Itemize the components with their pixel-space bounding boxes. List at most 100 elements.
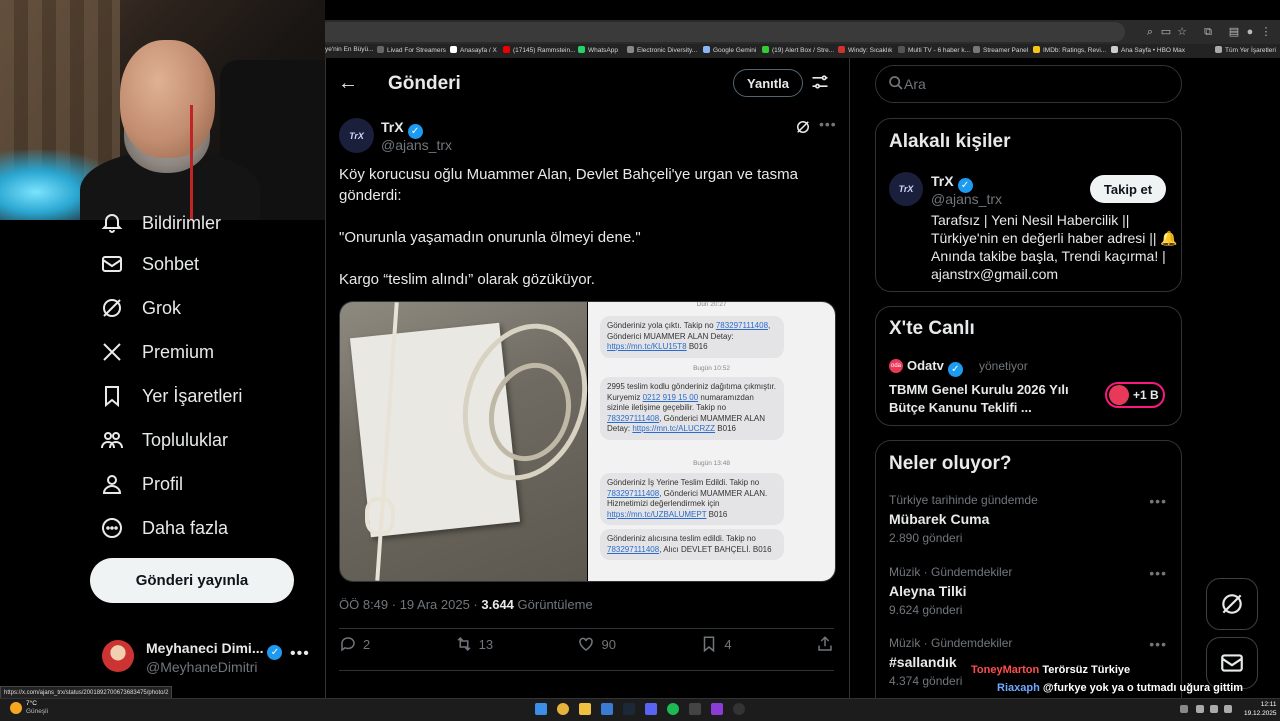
related-avatar[interactable]: TrX <box>889 172 923 206</box>
clock[interactable]: 12:11 19.12.2025 <box>1244 700 1277 718</box>
app-icon[interactable] <box>689 703 701 715</box>
retweet-action[interactable]: 13 <box>455 635 493 653</box>
bookmark-item[interactable]: Tüm Yer İşaretleri <box>1215 46 1276 54</box>
sidebar-item-grok[interactable]: Grok <box>100 296 181 320</box>
related-handle[interactable]: @ajans_trx <box>931 191 1002 207</box>
sms-bubble: Gönderiniz İş Yerine Teslim Edildi. Taki… <box>600 473 784 525</box>
bookmark-item[interactable]: WhatsApp <box>578 46 618 54</box>
panel-title: Alakalı kişiler <box>889 131 1011 152</box>
bookmark-item[interactable]: (17145) Rammstein... <box>503 46 576 54</box>
discord-icon[interactable] <box>645 703 657 715</box>
sidebar-item-profile[interactable]: Profil <box>100 472 183 496</box>
reply-action[interactable]: 2 <box>339 635 370 653</box>
tweet-text-line: Köy korucusu oğlu Muammer Alan, Devlet B… <box>339 166 798 183</box>
bookmark-item[interactable]: IMDb: Ratings, Revi... <box>1033 46 1106 54</box>
more-icon[interactable]: ••• <box>1149 493 1167 509</box>
address-bar[interactable] <box>325 22 1125 42</box>
chrome-icon[interactable] <box>557 703 569 715</box>
app-icon[interactable] <box>601 703 613 715</box>
sidebar-item-more[interactable]: Daha fazla <box>100 516 228 540</box>
communities-icon <box>101 432 123 449</box>
bookmark-item[interactable]: Google Gemini <box>703 46 756 54</box>
mail-icon <box>102 256 122 272</box>
share-action[interactable] <box>816 635 834 653</box>
more-icon[interactable]: ••• <box>819 116 837 132</box>
search-input[interactable]: Ara <box>904 76 926 92</box>
photo-sms-screenshot[interactable]: Dün 20:27 Gönderiniz yola çıktı. Takip n… <box>588 302 835 581</box>
bookmark-item[interactable]: Streamer Panel <box>973 46 1028 54</box>
author-name[interactable]: TrX ✓ <box>381 119 423 139</box>
grok-icon[interactable] <box>794 118 812 136</box>
bookmark-item[interactable]: (19) Alert Box / Stre... <box>762 46 834 54</box>
weather-widget[interactable]: 7°C Güneşli <box>26 700 48 716</box>
search-box[interactable]: Ara <box>875 65 1182 103</box>
live-title[interactable]: TBMM Genel Kurulu 2026 Yılı Bütçe Kanunu… <box>889 381 1069 417</box>
grok-fab[interactable] <box>1206 578 1258 630</box>
back-arrow-icon[interactable]: ← <box>338 72 360 94</box>
bookmark-item[interactable]: Windy: Sıcaklık <box>838 46 892 54</box>
sidebar-item-notifications[interactable]: Bildirimler <box>100 206 221 234</box>
account-name: Meyhaneci Dimi... ✓ <box>146 640 283 660</box>
profile-icon[interactable]: ● <box>1243 25 1257 39</box>
tweet-quote: "Onurunla yaşamadın onurunla ölmeyi dene… <box>339 229 641 246</box>
sidebar-icon[interactable]: ▤ <box>1227 25 1241 39</box>
zoom-icon[interactable]: ⌕ <box>1143 25 1157 39</box>
app-icon[interactable] <box>733 703 745 715</box>
account-switcher[interactable]: Meyhaneci Dimi... ✓ @MeyhaneDimitri ••• <box>98 635 318 685</box>
trend-item[interactable]: Müzik · Gündemdekiler Aleyna Tilki 9.624… <box>876 561 1181 625</box>
reply-button[interactable]: Yanıtla <box>733 69 803 97</box>
sidebar-item-chat[interactable]: Sohbet <box>100 252 199 276</box>
more-circle-icon <box>102 518 122 538</box>
filter-icon[interactable] <box>810 72 830 92</box>
menu-icon[interactable]: ⋮ <box>1259 25 1273 39</box>
divider <box>339 628 834 629</box>
spotify-icon[interactable] <box>667 703 679 715</box>
like-action[interactable]: 90 <box>577 635 616 653</box>
bookmark-icon <box>704 636 715 653</box>
sidebar-item-label: Grok <box>142 297 182 318</box>
folder-icon[interactable] <box>579 703 591 715</box>
volume-icon[interactable] <box>1224 705 1232 713</box>
bookmark-item[interactable]: ye'nin En Büyü... <box>325 46 374 53</box>
view-count: 3.644 <box>481 597 514 612</box>
live-listeners-badge[interactable]: +1 B <box>1105 382 1165 408</box>
start-icon[interactable] <box>535 703 547 715</box>
post-button[interactable]: Gönderi yayınla <box>90 558 294 603</box>
retweet-count: 13 <box>478 636 494 652</box>
tweet-text-line: gönderdi: <box>339 187 402 204</box>
live-host-role: yönetiyor <box>979 359 1028 373</box>
network-icon[interactable] <box>1210 705 1218 713</box>
more-icon[interactable]: ••• <box>1149 636 1167 652</box>
author-avatar[interactable]: TrX <box>339 118 374 153</box>
like-count: 90 <box>601 636 616 652</box>
follow-button[interactable]: Takip et <box>1090 175 1166 203</box>
tweet-media[interactable]: Dün 20:27 Gönderiniz yola çıktı. Takip n… <box>339 301 836 582</box>
author-handle[interactable]: @ajans_trx <box>381 137 452 153</box>
related-name[interactable]: TrX ✓ <box>931 173 973 193</box>
tweet-time[interactable]: ÖÖ 8:49 · 19 Ara 2025 · <box>339 597 478 612</box>
panel-title: X'te Canlı <box>889 318 975 339</box>
sidebar-item-communities[interactable]: Topluluklar <box>100 428 228 452</box>
steam-icon[interactable] <box>623 703 635 715</box>
bookmark-item[interactable]: Electronic Diversity... <box>627 46 697 54</box>
tray-chevron-icon[interactable] <box>1180 705 1188 713</box>
trend-item[interactable]: Türkiye tarihinde gündemde Mübarek Cuma … <box>876 489 1181 553</box>
photo-rope-and-letter[interactable] <box>340 302 607 581</box>
sidebar-item-label: Premium <box>142 341 215 362</box>
app-icon[interactable] <box>711 703 723 715</box>
live-host[interactable]: Odatv ✓ <box>907 358 963 377</box>
install-icon[interactable]: ▭ <box>1159 25 1173 39</box>
sidebar-item-bookmarks[interactable]: Yer İşaretleri <box>100 384 242 408</box>
sidebar-item-premium[interactable]: Premium <box>100 340 214 364</box>
more-icon[interactable]: ••• <box>1149 565 1167 581</box>
bookmark-item[interactable]: Ana Sayfa • HBO Max <box>1111 46 1185 54</box>
more-icon[interactable]: ••• <box>290 645 310 663</box>
extensions-icon[interactable]: ⧉ <box>1201 25 1215 39</box>
bookmark-action[interactable]: 4 <box>700 635 732 653</box>
bookmark-item[interactable]: Anasayfa / X <box>450 46 497 54</box>
bookmark-item[interactable]: Livad For Streamers <box>377 46 446 54</box>
star-icon[interactable]: ☆ <box>1175 25 1189 39</box>
bookmark-item[interactable]: Multi TV - 6 haber k... <box>898 46 970 54</box>
trend-category: Müzik · Gündemdekiler <box>889 565 1013 579</box>
mic-icon[interactable] <box>1196 705 1204 713</box>
